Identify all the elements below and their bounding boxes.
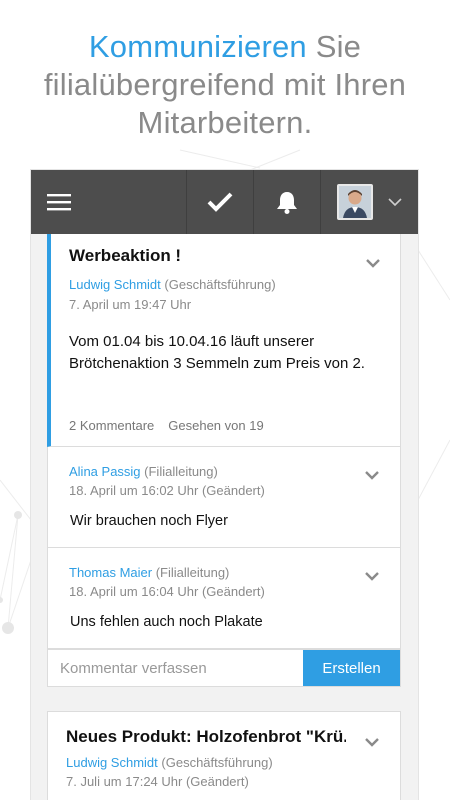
post-date: 7. Juli um 17:24 Uhr (Geändert): [66, 774, 249, 789]
author-name-link[interactable]: Thomas Maier: [69, 565, 152, 580]
author-role: (Geschäftsführung): [160, 277, 276, 292]
avatar: [337, 184, 373, 220]
post-title: Werbeaktion !: [69, 246, 182, 265]
author-name-link[interactable]: Ludwig Schmidt: [66, 755, 158, 770]
hamburger-icon: [47, 194, 71, 211]
chevron-down-icon[interactable]: [364, 470, 380, 480]
author-name-link[interactable]: Alina Passig: [69, 464, 141, 479]
app-screen: Werbeaktion ! Ludwig Schmidt (Geschäftsf…: [31, 170, 418, 800]
comment-item: Thomas Maier (Filialleitung) 18. April u…: [47, 548, 401, 649]
user-menu-button[interactable]: [320, 170, 418, 234]
page-headline: Kommunizieren Sie filialübergreifend mit…: [0, 28, 450, 142]
post-body: Vom 01.04 bis 10.04.16 läuft unserer Brö…: [69, 333, 365, 372]
author-name-link[interactable]: Ludwig Schmidt: [69, 277, 161, 292]
author-role: (Geschäftsführung): [157, 755, 273, 770]
submit-comment-button[interactable]: Erstellen: [303, 650, 400, 686]
bell-icon: [277, 192, 297, 214]
author-role: (Filialleitung): [152, 565, 230, 580]
post-author: Ludwig Schmidt (Geschäftsführung): [66, 755, 273, 770]
menu-button[interactable]: [31, 170, 186, 234]
chevron-down-icon[interactable]: [364, 737, 380, 747]
comment-text: Wir brauchen noch Flyer: [70, 513, 228, 529]
notifications-button[interactable]: [253, 170, 320, 234]
post-date: 7. April um 19:47 Uhr: [69, 297, 192, 312]
comment-author: Thomas Maier (Filialleitung): [69, 565, 229, 580]
comment-item: Alina Passig (Filialleitung) 18. April u…: [47, 447, 401, 548]
chevron-down-icon[interactable]: [365, 258, 381, 268]
post-title: Neues Produkt: Holzofenbrot "Krü...: [66, 727, 346, 746]
seen-count: Gesehen von 19: [168, 418, 264, 433]
comments-count-link[interactable]: 2 Kommentare: [69, 418, 154, 433]
post-card: Werbeaktion ! Ludwig Schmidt (Geschäftsf…: [47, 234, 401, 447]
tasks-button[interactable]: [186, 170, 253, 234]
post-meta: 2 Kommentare Gesehen von 19: [69, 418, 264, 433]
comment-author: Alina Passig (Filialleitung): [69, 464, 218, 479]
post-card: Neues Produkt: Holzofenbrot "Krü... Ludw…: [47, 711, 401, 800]
top-bar: [31, 170, 418, 234]
post-author: Ludwig Schmidt (Geschäftsführung): [69, 277, 276, 292]
checkmark-icon: [207, 192, 233, 212]
comment-date: 18. April um 16:04 Uhr (Geändert): [69, 584, 265, 599]
comment-text: Uns fehlen auch noch Plakate: [70, 614, 263, 630]
author-role: (Filialleitung): [140, 464, 218, 479]
chevron-down-icon[interactable]: [364, 571, 380, 581]
comment-compose: Erstellen: [47, 649, 401, 687]
headline-accent: Kommunizieren: [88, 29, 307, 64]
comment-date: 18. April um 16:02 Uhr (Geändert): [69, 483, 265, 498]
chevron-down-icon: [388, 198, 402, 207]
comment-input[interactable]: [48, 650, 303, 686]
